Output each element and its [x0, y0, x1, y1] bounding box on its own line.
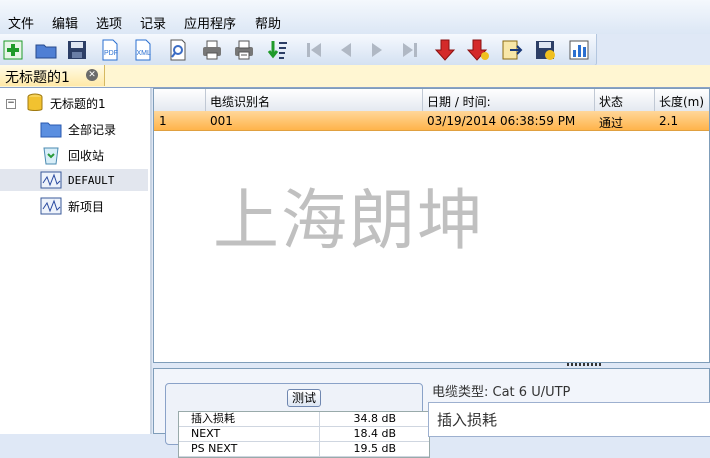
project-icon — [40, 171, 62, 189]
folder-icon — [40, 122, 62, 138]
bar-chart-icon — [569, 40, 589, 60]
import-icon — [536, 41, 555, 60]
next-record-icon — [372, 43, 382, 57]
export-icon — [502, 40, 523, 60]
print-button[interactable] — [199, 37, 225, 63]
tree-item-recycle-bin[interactable]: 回收站 — [40, 144, 104, 166]
svg-text:XML: XML — [137, 50, 152, 57]
menu-bar: 文件 编辑 选项 记录 应用程序 帮助 — [0, 0, 710, 34]
document-tab[interactable]: 无标题的1 ✕ — [0, 65, 105, 86]
result-row[interactable]: PS NEXT 19.5 dB — [179, 442, 429, 457]
column-header-length[interactable]: 长度(m) — [659, 93, 704, 110]
table-row[interactable]: 1 001 03/19/2014 06:38:59 PM 通过 2.1 — [154, 111, 709, 131]
open-button[interactable] — [33, 37, 59, 63]
import-button[interactable] — [532, 37, 558, 63]
detail-panel: 插入损耗 — [428, 402, 710, 437]
results-table: 插入损耗 34.8 dB NEXT 18.4 dB PS NEXT 19.5 dB — [178, 411, 430, 458]
document-tab-title: 无标题的1 — [5, 70, 70, 86]
new-icon — [3, 40, 23, 60]
next-record-button[interactable] — [364, 37, 390, 63]
tree-item-new-project[interactable]: 新项目 — [40, 195, 104, 217]
first-record-icon — [307, 43, 321, 57]
detail-title: 插入损耗 — [437, 411, 498, 429]
result-name: NEXT — [191, 427, 221, 440]
print-preview-button[interactable] — [231, 37, 257, 63]
last-record-button[interactable] — [397, 37, 423, 63]
download-all-button[interactable] — [466, 37, 492, 63]
column-header-cable-id[interactable]: 电缆识别名 — [210, 93, 270, 110]
first-record-button[interactable] — [301, 37, 327, 63]
collapse-icon[interactable]: − — [6, 99, 16, 109]
column-header-status[interactable]: 状态 — [599, 93, 623, 110]
print-icon — [203, 40, 221, 60]
row-index: 1 — [159, 114, 167, 128]
tree-root[interactable]: 无标题的1 — [26, 92, 106, 114]
statistics-button[interactable] — [566, 37, 592, 63]
previous-record-button[interactable] — [333, 37, 359, 63]
result-row[interactable]: 插入损耗 34.8 dB — [179, 412, 429, 427]
pdf-icon: PDF — [102, 39, 118, 61]
watermark: 上海朗坤 — [213, 182, 485, 259]
print-preview-icon — [235, 40, 253, 60]
result-name: PS NEXT — [191, 442, 238, 455]
result-value: 19.5 dB — [353, 442, 396, 455]
database-icon — [27, 93, 43, 111]
download-all-icon — [467, 39, 489, 61]
new-button[interactable] — [0, 37, 26, 63]
result-value: 18.4 dB — [353, 427, 396, 440]
save-icon — [68, 41, 86, 59]
save-button[interactable] — [64, 37, 90, 63]
export-xml-button[interactable]: XML — [130, 37, 156, 63]
project-icon — [40, 197, 62, 215]
svg-text:PDF: PDF — [104, 50, 118, 57]
xml-icon: XML — [135, 39, 152, 61]
find-icon — [170, 39, 186, 61]
toolbar: PDF XML — [0, 34, 597, 66]
result-name: 插入损耗 — [191, 412, 235, 425]
menu-records[interactable]: 记录 — [140, 13, 166, 32]
document-tab-strip: 无标题的1 ✕ — [0, 65, 710, 88]
result-value: 34.8 dB — [353, 412, 396, 425]
cell-datetime: 03/19/2014 06:38:59 PM — [427, 114, 576, 128]
tree-item-label: DEFAULT — [68, 173, 115, 187]
menu-file[interactable]: 文件 — [8, 13, 34, 32]
menu-applications[interactable]: 应用程序 — [184, 13, 236, 32]
menu-help[interactable]: 帮助 — [255, 13, 281, 32]
tree-item-label: 新项目 — [68, 199, 105, 214]
export-pdf-button[interactable]: PDF — [97, 37, 123, 63]
previous-record-icon — [341, 43, 351, 57]
tree-root-label: 无标题的1 — [50, 96, 106, 111]
sort-button[interactable] — [265, 37, 291, 63]
details-panel: 测试 插入损耗 34.8 dB NEXT 18.4 dB PS NEXT 19.5 d… — [153, 368, 710, 458]
cell-status: 通过 — [599, 116, 624, 130]
tree-item-label: 全部记录 — [68, 122, 117, 137]
menu-options[interactable]: 选项 — [96, 13, 122, 32]
menu-edit[interactable]: 编辑 — [52, 13, 78, 32]
tree-item-label: 回收站 — [68, 148, 105, 163]
cell-cable-id: 001 — [210, 114, 233, 128]
tree-item-all-records[interactable]: 全部记录 — [40, 118, 116, 140]
download-button[interactable] — [432, 37, 458, 63]
table-header: 电缆识别名 日期 / 时间: 状态 长度(m) — [154, 89, 709, 112]
recycle-bin-icon — [43, 147, 59, 165]
cable-type-label: 电缆类型: Cat 6 U/UTP — [432, 385, 571, 400]
test-group-title[interactable]: 测试 — [287, 389, 322, 407]
close-tab-icon[interactable]: ✕ — [86, 69, 98, 81]
column-header-datetime[interactable]: 日期 / 时间: — [427, 93, 491, 110]
open-folder-icon — [35, 44, 57, 59]
export-button[interactable] — [499, 37, 525, 63]
result-row[interactable]: NEXT 18.4 dB — [179, 427, 429, 442]
cell-length: 2.1 — [659, 114, 679, 128]
test-results-group: 测试 插入损耗 34.8 dB NEXT 18.4 dB PS NEXT 19.5 d… — [165, 383, 430, 458]
download-icon — [434, 39, 456, 61]
tree-item-default[interactable]: DEFAULT — [0, 169, 148, 191]
sort-icon — [267, 41, 287, 59]
last-record-icon — [403, 43, 417, 57]
find-button[interactable] — [165, 37, 191, 63]
